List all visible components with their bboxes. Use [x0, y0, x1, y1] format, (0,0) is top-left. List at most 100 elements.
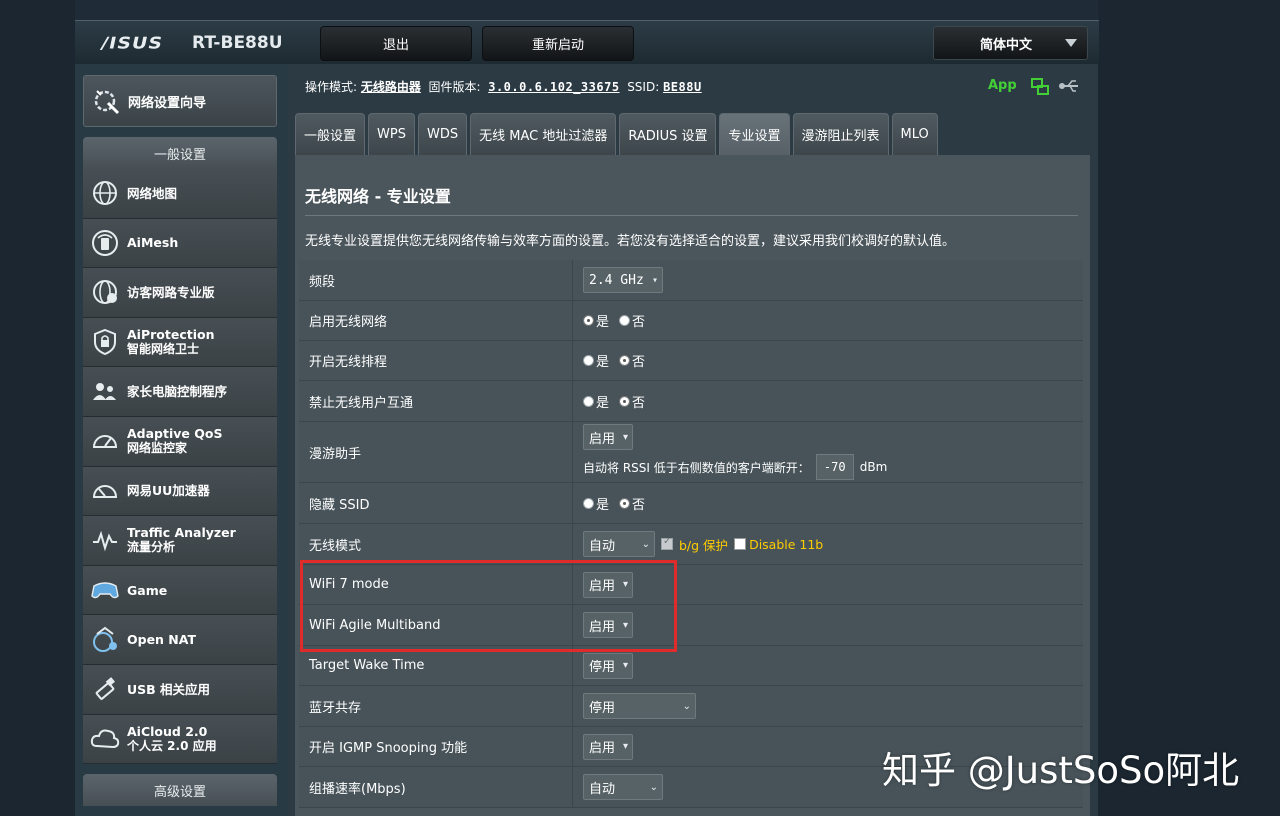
disable-11b-label: Disable 11b — [749, 536, 824, 552]
tab-radius[interactable]: RADIUS 设置 — [619, 113, 717, 155]
app-link[interactable]: App — [988, 78, 1017, 93]
sidebar-item-aiprotection[interactable]: AiProtection 智能网络卫士 — [83, 317, 277, 368]
bg-protection-checkbox[interactable] — [661, 536, 673, 550]
sidebar-item-label: AiCloud 2.0 个人云 2.0 应用 — [127, 723, 217, 753]
accelerator-icon — [89, 475, 121, 507]
wifi7-mode-select[interactable]: 启用 ▾ — [583, 571, 633, 598]
bluetooth-coexist-select[interactable]: 停用 ⌄ — [583, 693, 696, 719]
setup-wizard-button[interactable]: 网络设置向导 — [83, 75, 277, 127]
chevron-down-icon — [1065, 39, 1077, 47]
model-name: RT-BE88U — [192, 33, 283, 53]
enable-wireless-no-radio[interactable]: 否 — [619, 311, 645, 330]
tab-roaming-block[interactable]: 漫游阻止列表 — [792, 113, 889, 155]
shield-icon — [89, 326, 121, 358]
reboot-button[interactable]: 重新启动 — [482, 26, 634, 61]
sidebar: 网络设置向导 一般设置 网络地图 AiMesh 访客网路专业版 AiProtec — [75, 64, 287, 816]
sidebar-item-game[interactable]: Game — [83, 565, 277, 616]
band-select[interactable]: 2.4 GHz ▾ — [583, 267, 663, 293]
sidebar-item-label: USB 相关应用 — [127, 681, 211, 697]
sidebar-item-label: AiMesh — [127, 235, 179, 251]
firmware-value[interactable]: 3.0.0.6.102_33675 — [488, 80, 619, 94]
rssi-unit: dBm — [859, 460, 888, 474]
page-background-left — [0, 0, 75, 816]
hide-ssid-yes-radio[interactable]: 是 — [583, 494, 609, 513]
bluetooth-coexist-label: 蓝牙共存 — [299, 686, 573, 726]
rssi-threshold-input[interactable]: -70 — [815, 454, 854, 480]
sidebar-item-usb[interactable]: USB 相关应用 — [83, 664, 277, 715]
isolation-yes-radio[interactable]: 是 — [583, 392, 609, 411]
roaming-select[interactable]: 启用 ▾ — [583, 424, 633, 450]
hide-ssid-no-radio[interactable]: 否 — [619, 494, 645, 513]
table-row: 禁止无线用户互通 是 否 — [299, 381, 1083, 422]
sidebar-item-parental-control[interactable]: 家长电脑控制程序 — [83, 367, 277, 417]
page-description: 无线专业设置提供您无线网络传输与效率方面的设置。若您没有选择适合的设置，建议采用… — [305, 234, 956, 249]
main-content: 操作模式: 无线路由器 固件版本: 3.0.0.6.102_33675 SSID… — [287, 64, 1098, 816]
ssid-value[interactable]: BE88U — [663, 80, 702, 94]
globe-icon — [89, 177, 121, 209]
tab-wds[interactable]: WDS — [417, 113, 468, 155]
table-row: 开启无线排程 是 否 — [299, 341, 1083, 381]
sidebar-item-label: AiProtection 智能网络卫士 — [127, 327, 215, 357]
sidebar-menu: 网络地图 AiMesh 访客网路专业版 AiProtection 智能网络卫士 家… — [83, 169, 277, 765]
asus-logo-icon: /ISUS — [99, 34, 165, 53]
brand-logo: /ISUS — [99, 34, 181, 54]
sidebar-item-adaptive-qos[interactable]: Adaptive QoS 网络监控家 — [83, 416, 277, 467]
igmp-snooping-label: 开启 IGMP Snooping 功能 — [299, 727, 573, 766]
sidebar-item-uu-accelerator[interactable]: 网易UU加速器 — [83, 466, 277, 517]
table-row: WiFi Agile Multiband 启用 ▾ — [299, 605, 1083, 646]
traffic-icon — [89, 524, 121, 556]
status-line: 操作模式: 无线路由器 固件版本: 3.0.0.6.102_33675 SSID… — [305, 78, 702, 95]
page-background-right — [1098, 0, 1280, 816]
logout-button[interactable]: 退出 — [320, 26, 472, 61]
table-row: 漫游助手 启用 ▾ 自动将 RSSI 低于右侧数值的客户端断开： -70 dBm — [299, 422, 1083, 483]
language-select[interactable]: 简体中文 — [933, 26, 1088, 60]
mode-value[interactable]: 无线路由器 — [361, 80, 421, 94]
parental-control-icon — [89, 376, 121, 408]
isolation-label: 禁止无线用户互通 — [299, 381, 573, 421]
isolation-no-radio[interactable]: 否 — [619, 392, 645, 411]
twt-select[interactable]: 停用 ▾ — [583, 652, 633, 679]
settings-panel: 无线网络 - 专业设置 无线专业设置提供您无线网络传输与效率方面的设置。若您没有… — [295, 155, 1090, 816]
disable-11b-checkbox[interactable] — [734, 538, 747, 550]
multicast-rate-label: 组播速率(Mbps) — [299, 767, 573, 807]
tab-mac-filter[interactable]: 无线 MAC 地址过滤器 — [470, 113, 617, 155]
sidebar-item-label: 访客网路专业版 — [127, 284, 215, 300]
usb-status-icon[interactable] — [1058, 79, 1082, 93]
watermark: 知乎 @JustSoSo阿北 — [882, 749, 1240, 792]
chevron-down-icon: ▾ — [622, 579, 628, 590]
band-label: 频段 — [299, 260, 573, 300]
enable-wireless-yes-radio[interactable]: 是 — [583, 311, 609, 330]
usb-icon — [89, 673, 121, 705]
tab-professional[interactable]: 专业设置 — [719, 113, 790, 155]
sidebar-item-aicloud[interactable]: AiCloud 2.0 个人云 2.0 应用 — [83, 714, 277, 765]
network-status-icon[interactable] — [1030, 77, 1050, 97]
table-row: Target Wake Time 停用 ▾ — [299, 646, 1083, 686]
sidebar-item-label: 家长电脑控制程序 — [127, 384, 228, 400]
sidebar-item-open-nat[interactable]: Open NAT — [83, 615, 277, 665]
chevron-down-icon: ▾ — [622, 431, 628, 443]
tab-mlo[interactable]: MLO — [891, 113, 938, 155]
agile-multiband-select[interactable]: 启用 ▾ — [583, 612, 633, 638]
schedule-yes-radio[interactable]: 是 — [583, 351, 609, 370]
sidebar-item-traffic-analyzer[interactable]: Traffic Analyzer 流量分析 — [83, 516, 277, 566]
sidebar-item-label: Open NAT — [127, 632, 196, 648]
hide-ssid-label: 隐藏 SSID — [299, 483, 573, 523]
tab-general[interactable]: 一般设置 — [295, 113, 366, 155]
aimesh-icon — [89, 227, 121, 259]
sidebar-item-aimesh[interactable]: AiMesh — [83, 218, 277, 269]
sidebar-item-network-map[interactable]: 网络地图 — [83, 169, 277, 219]
settings-table: 频段 2.4 GHz ▾ 启用无线网络 是 否 开启无线排程 是 否 禁止无线用… — [299, 260, 1083, 808]
wireless-mode-select[interactable]: 自动 ⌄ — [583, 531, 655, 557]
table-row: 蓝牙共存 停用 ⌄ — [299, 686, 1083, 727]
advanced-settings-header: 高级设置 — [83, 774, 277, 806]
schedule-no-radio[interactable]: 否 — [619, 351, 645, 370]
cloud-icon — [89, 723, 121, 755]
wizard-label: 网络设置向导 — [128, 95, 207, 111]
multicast-rate-select[interactable]: 自动 ⌄ — [583, 774, 663, 800]
chevron-down-icon: ▾ — [622, 619, 628, 631]
chevron-down-icon: ▾ — [622, 660, 628, 671]
tab-wps[interactable]: WPS — [368, 113, 415, 155]
igmp-snooping-select[interactable]: 启用 ▾ — [583, 733, 633, 760]
sidebar-item-guest-network[interactable]: 访客网路专业版 — [83, 268, 277, 318]
chevron-down-icon: ▾ — [622, 741, 628, 752]
